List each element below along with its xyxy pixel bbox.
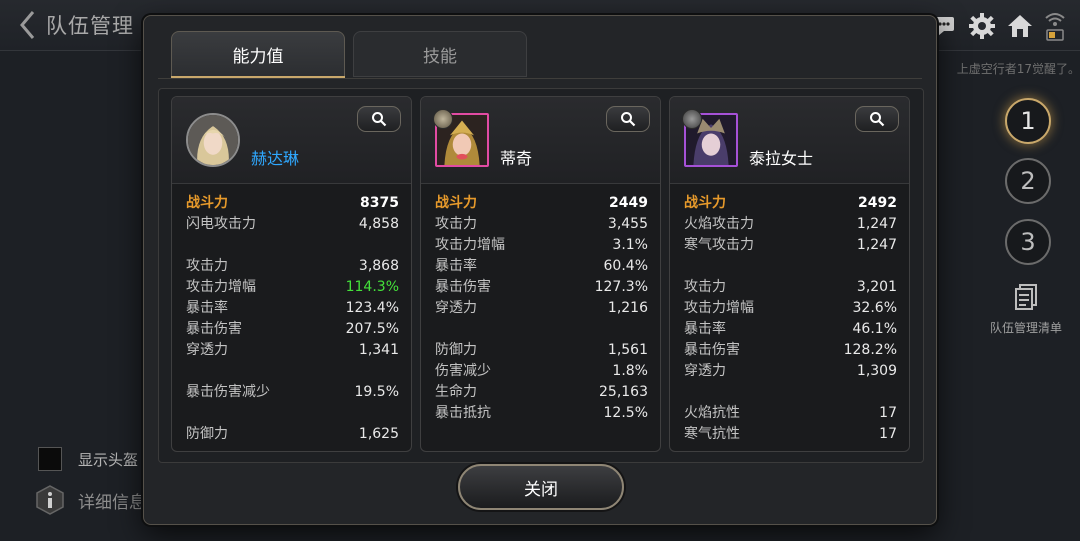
stat-row: 闪电攻击力 4,858 — [186, 216, 399, 232]
stat-row: 伤害减少 1.8% — [435, 363, 648, 379]
stat-row: 火焰攻击力 1,247 — [684, 216, 897, 232]
power-row: 战斗力 2449 — [435, 195, 648, 211]
detail-info-button[interactable]: 详细信息 — [36, 485, 146, 515]
inspect-button[interactable] — [606, 106, 650, 132]
stat-row: 穿透力 1,309 — [684, 363, 897, 379]
stat-row: 暴击伤害 207.5% — [186, 321, 399, 337]
stat-row: 暴击伤害 127.3% — [435, 279, 648, 295]
stat-row: 暴击伤害减少 19.5% — [186, 384, 399, 400]
stat-row: 火焰抗性 17 — [684, 405, 897, 421]
stat-row: 攻击力增幅 114.3% — [186, 279, 399, 295]
card-header: 赫达琳 — [172, 97, 411, 184]
stat-row: 暴击率 60.4% — [435, 258, 648, 274]
element-badge-icon — [682, 109, 702, 129]
character-card-2: 蒂奇 战斗力 2449 攻击力 3,455 攻击力增幅 3.1% 暴击率 60.4% 暴… — [420, 96, 661, 452]
wifi-icon — [1044, 10, 1066, 46]
character-name: 蒂奇 — [500, 149, 533, 168]
info-icon — [36, 485, 64, 515]
search-icon — [870, 112, 885, 127]
stat-row: 暴击率 46.1% — [684, 321, 897, 337]
notice-text: 上虚空行者17觉醒了。 — [956, 62, 1080, 76]
stat-row: 攻击力 3,455 — [435, 216, 648, 232]
card-header: 泰拉女士 — [670, 97, 909, 184]
stat-row: 暴击率 123.4% — [186, 300, 399, 316]
power-row: 战斗力 8375 — [186, 195, 399, 211]
show-helmet-toggle[interactable]: 显示头盔 — [38, 447, 138, 471]
stat-row: 攻击力增幅 32.6% — [684, 300, 897, 316]
stat-row: 寒气攻击力 1,247 — [684, 237, 897, 253]
character-name: 赫达琳 — [251, 149, 300, 168]
top-icons — [932, 10, 1066, 46]
party-slot-2[interactable]: 2 — [1005, 158, 1051, 204]
character-card-1: 赫达琳 战斗力 8375 闪电攻击力 4,858 攻击力 3,868 攻击力增幅 114… — [171, 96, 412, 452]
stats-list: 战斗力 2449 攻击力 3,455 攻击力增幅 3.1% 暴击率 60.4% 暴击伤害… — [435, 193, 648, 424]
stat-row: 攻击力 3,201 — [684, 279, 897, 295]
back-button[interactable] — [16, 8, 40, 42]
inspect-button[interactable] — [357, 106, 401, 132]
back-icon — [20, 11, 35, 39]
inspect-button[interactable] — [855, 106, 899, 132]
stat-row: 防御力 1,625 — [186, 426, 399, 442]
stat-row: 防御力 1,561 — [435, 342, 648, 358]
stat-row: 攻击力增幅 3.1% — [435, 237, 648, 253]
search-icon — [372, 112, 387, 127]
page-title: 队伍管理 — [46, 14, 134, 38]
tab-stats[interactable]: 能力值 — [171, 31, 345, 77]
stat-row: 生命力 25,163 — [435, 384, 648, 400]
party-slot-3[interactable]: 3 — [1005, 219, 1051, 265]
gear-icon[interactable] — [968, 12, 996, 44]
list-icon — [1015, 284, 1037, 310]
stat-row: 攻击力 3,868 — [186, 258, 399, 274]
detail-label: 详细信息 — [78, 492, 146, 513]
tab-divider — [158, 78, 922, 79]
home-icon[interactable] — [1006, 12, 1034, 44]
close-button[interactable]: 关闭 — [458, 464, 624, 510]
card-header: 蒂奇 — [421, 97, 660, 184]
stat-row: 暴击伤害 128.2% — [684, 342, 897, 358]
stats-list: 战斗力 2492 火焰攻击力 1,247 寒气攻击力 1,247 攻击力 3,201 攻… — [684, 193, 897, 445]
stat-row: 穿透力 1,341 — [186, 342, 399, 358]
stat-row: 暴击抵抗 12.5% — [435, 405, 648, 421]
element-badge-icon — [433, 109, 453, 129]
tab-skills[interactable]: 技能 — [353, 31, 527, 77]
character-portrait — [186, 113, 240, 167]
stats-list: 战斗力 8375 闪电攻击力 4,858 攻击力 3,868 攻击力增幅 114.3% … — [186, 193, 399, 445]
stat-row: 寒气抗性 17 — [684, 426, 897, 442]
search-icon — [621, 112, 636, 127]
character-card-3: 泰拉女士 战斗力 2492 火焰攻击力 1,247 寒气攻击力 1,247 攻击力 3,… — [669, 96, 910, 452]
team-list-label: 队伍管理清单 — [989, 321, 1062, 335]
stat-row: 穿透力 1,216 — [435, 300, 648, 316]
character-name: 泰拉女士 — [749, 149, 814, 168]
team-list-button[interactable]: 队伍管理清单 — [982, 283, 1070, 336]
power-row: 战斗力 2492 — [684, 195, 897, 211]
helmet-label: 显示头盔 — [78, 450, 139, 469]
party-slot-1[interactable]: 1 — [1005, 98, 1051, 144]
helmet-checkbox[interactable] — [38, 447, 62, 471]
stats-modal: 能力值 技能 赫达琳 战斗力 8375 闪电攻击力 4,858 攻击力 3,868 攻… — [143, 15, 937, 525]
